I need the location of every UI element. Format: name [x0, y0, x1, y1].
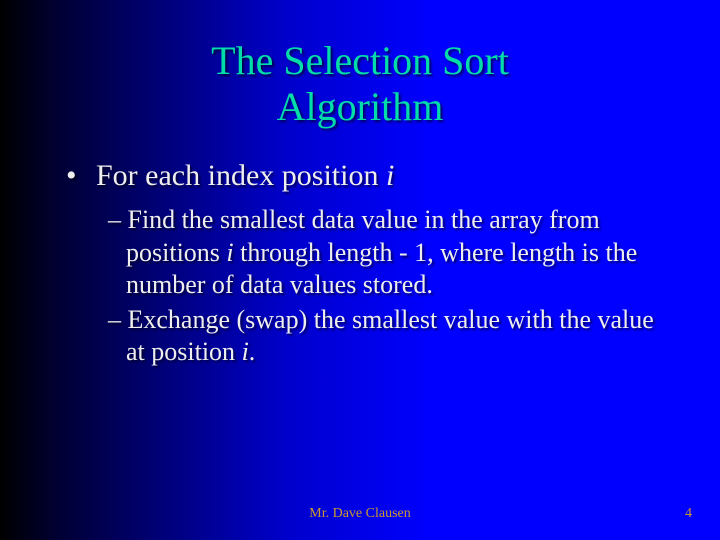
footer-page-number: 4 [685, 506, 692, 522]
slide: The Selection Sort Algorithm For each in… [0, 0, 720, 540]
title-line-2: Algorithm [277, 84, 444, 129]
sub2-part2: . [249, 337, 256, 366]
title-line-1: The Selection Sort [211, 38, 509, 83]
bullet-level2-2: Exchange (swap) the smallest value with … [66, 304, 670, 369]
bullet-level2-1: Find the smallest data value in the arra… [66, 204, 670, 302]
bullet-text: For each index position [96, 159, 386, 192]
bullet-var-i: i [386, 159, 394, 192]
sub1-var-i: i [226, 238, 233, 267]
sub2-var-i: i [242, 337, 249, 366]
bullet-level1: For each index position i [66, 158, 670, 194]
slide-body: For each index position i Find the small… [0, 158, 720, 369]
footer-author: Mr. Dave Clausen [309, 506, 410, 522]
sub2-part1: Exchange (swap) the smallest value with … [126, 305, 654, 367]
slide-title: The Selection Sort Algorithm [0, 38, 720, 130]
